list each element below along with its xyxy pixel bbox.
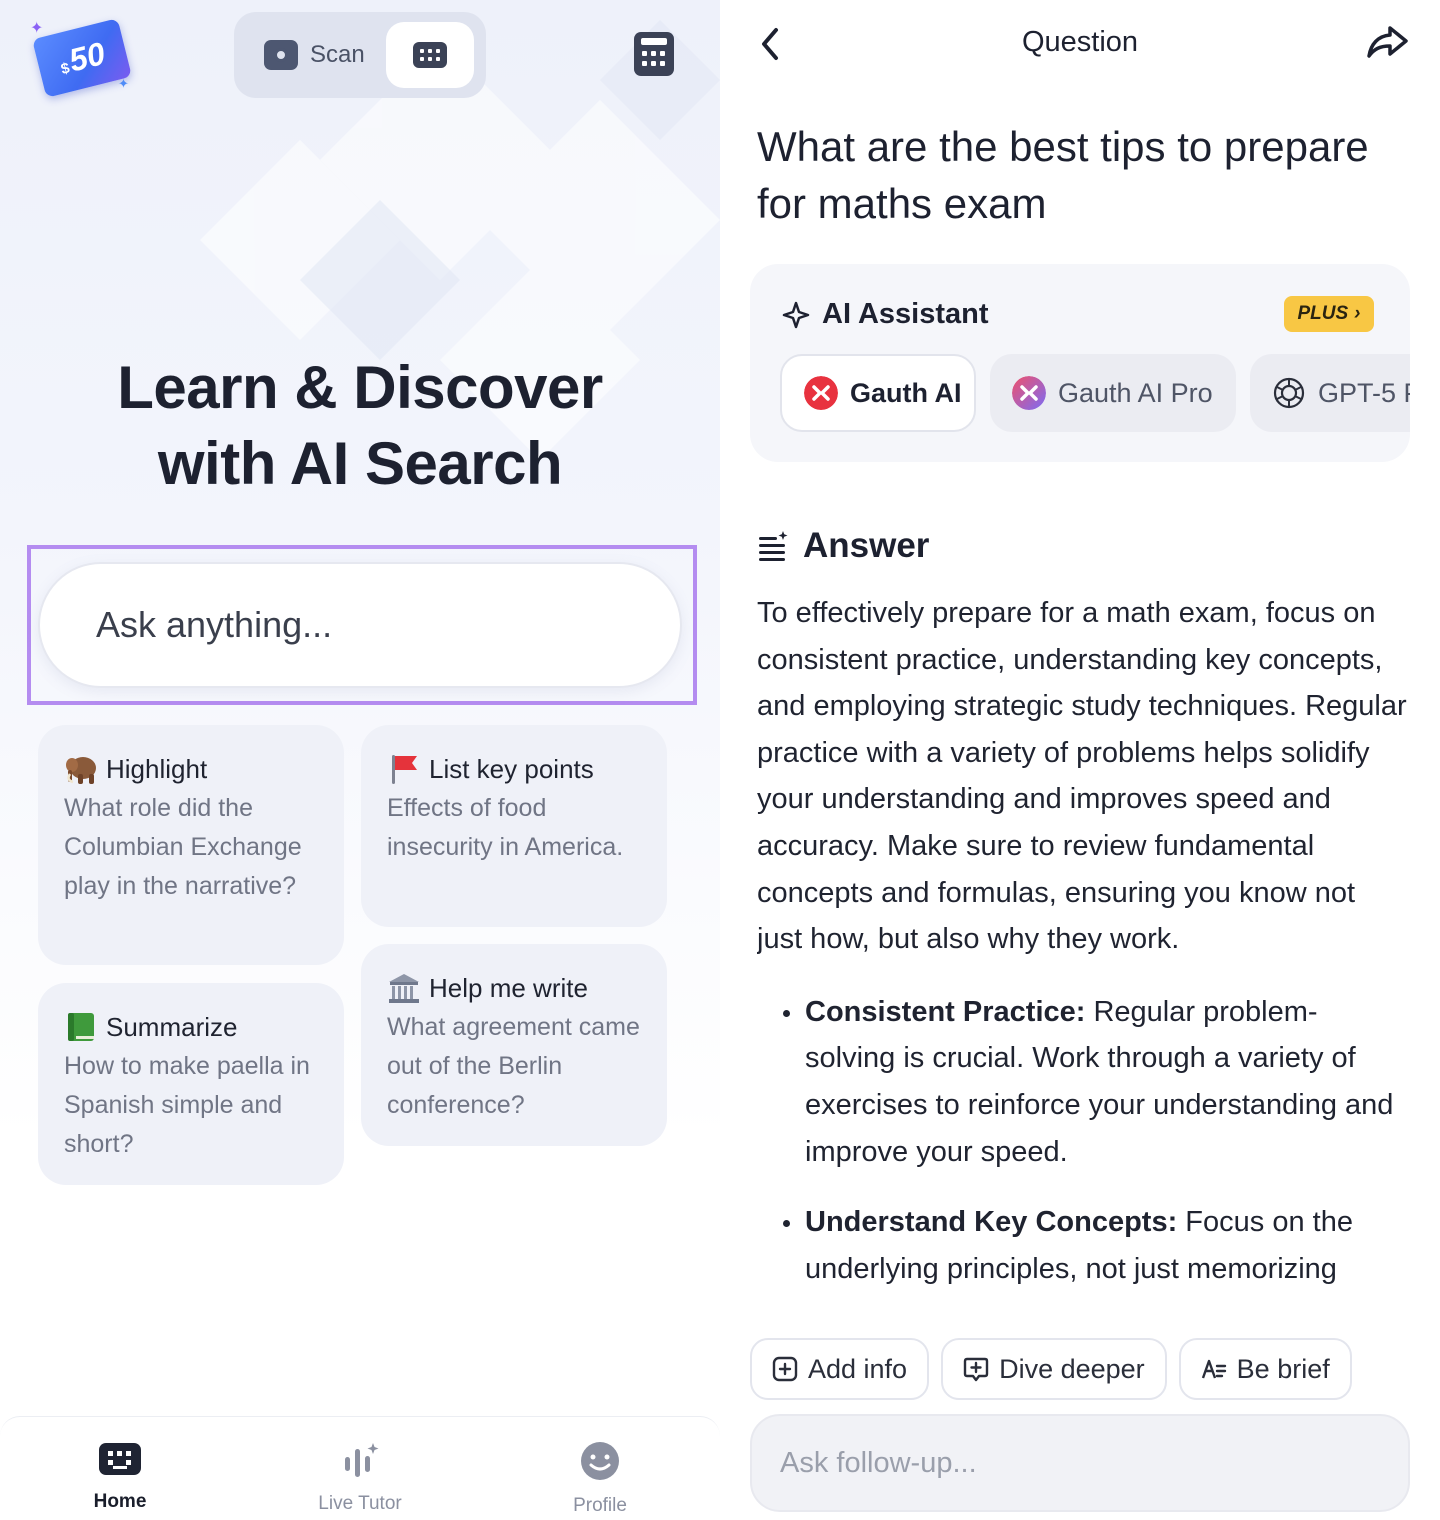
card-prompt: What role did the Columbian Exchange pla… (64, 794, 302, 900)
model-name: Gauth AI (850, 377, 962, 408)
mammoth-icon (66, 757, 96, 784)
card-title: Summarize (106, 1012, 238, 1042)
plus-badge-label: PLUS (1297, 303, 1349, 324)
home-screen: ✦ $ 50 ✦ Scan Learn & Discover with AI S… (0, 0, 720, 1520)
plus-bubble-icon (963, 1357, 989, 1382)
card-prompt: How to make paella in Spanish simple and… (64, 1052, 310, 1158)
input-mode-toggle: Scan (234, 12, 486, 98)
coupon-badge[interactable]: ✦ $ 50 ✦ (28, 14, 138, 98)
calculator-icon[interactable] (634, 32, 674, 76)
green-book-icon (68, 1013, 94, 1041)
sparkle-outline-icon (782, 301, 810, 328)
model-option-gauth-ai[interactable]: Gauth AI (780, 354, 976, 432)
add-info-button[interactable]: Add info (750, 1338, 930, 1400)
suggestion-card-highlight[interactable]: Highlight What role did the Columbian Ex… (38, 725, 344, 965)
coupon-amount: 50 (65, 34, 109, 79)
scan-button[interactable]: Scan (250, 22, 380, 88)
nav-label: Live Tutor (318, 1493, 402, 1514)
question-text: What are the best tips to prepare for ma… (757, 123, 1369, 227)
bottom-navigation: Home Live Tutor Profile (0, 1416, 720, 1520)
smiley-face-icon (581, 1442, 619, 1480)
question-header: Question (720, 0, 1440, 90)
model-option-gauth-ai-pro[interactable]: Gauth AI Pro (990, 354, 1236, 432)
nav-item-live-tutor[interactable]: Live Tutor (290, 1441, 430, 1515)
chip-label: Be brief (1236, 1353, 1330, 1384)
sparkle-icon: ✦ (118, 76, 129, 91)
answer-heading: Answer (757, 526, 929, 566)
chevron-right-icon: › (1354, 303, 1361, 324)
openai-logo-icon (1273, 377, 1305, 409)
answer-list-icon (759, 531, 788, 561)
chip-label: Add info (808, 1353, 908, 1384)
list-item: Understand Key Concepts: Focus on the un… (757, 1199, 1407, 1292)
keyboard-mode-button[interactable] (386, 22, 474, 88)
coupon-tag: $ 50 (32, 18, 132, 98)
quick-action-chips: Add info Dive deeper Be brief (750, 1338, 1352, 1400)
sparkle-icon: ✦ (30, 20, 44, 37)
hero-title: Learn & Discover with AI Search (0, 350, 720, 502)
red-flag-icon (392, 755, 417, 784)
camera-icon (264, 40, 298, 70)
nav-label: Home (93, 1491, 147, 1512)
suggestion-card-help-me-write[interactable]: Help me write What agreement came out of… (361, 944, 667, 1146)
ai-assistant-panel: AI Assistant PLUS › Gauth AI Gauth AI Pr… (750, 264, 1410, 462)
keyboard-icon (99, 1443, 141, 1475)
answer-bullet-list: Consistent Practice: Regular problem-sol… (757, 989, 1407, 1293)
card-prompt: Effects of food insecurity in America. (387, 794, 624, 861)
hero-title-line-2: with AI Search (157, 430, 563, 497)
text-shorten-icon (1201, 1359, 1226, 1379)
bullet-title: Understand Key Concepts: (805, 1206, 1178, 1239)
chip-label: Dive deeper (999, 1353, 1145, 1384)
answer-heading-label: Answer (803, 526, 930, 565)
bullet-title: Consistent Practice: (805, 995, 1086, 1028)
nav-item-home[interactable]: Home (50, 1441, 190, 1513)
nav-label: Profile (573, 1495, 627, 1516)
dive-deeper-button[interactable]: Dive deeper (941, 1338, 1167, 1400)
card-prompt: What agreement came out of the Berlin co… (387, 1013, 640, 1119)
classical-building-icon (389, 974, 419, 1003)
audio-sparkle-icon (345, 1443, 379, 1477)
page-title: Question (1021, 26, 1139, 58)
gauth-pro-logo-icon (1012, 376, 1046, 410)
card-title: Highlight (106, 754, 208, 784)
card-title: Help me write (429, 973, 588, 1003)
model-name: GPT-5 P (1318, 377, 1410, 408)
model-name: Gauth AI Pro (1058, 377, 1213, 408)
search-placeholder: Ask anything... (96, 604, 333, 645)
follow-up-placeholder: Ask follow-up... (780, 1446, 977, 1479)
follow-up-input[interactable]: Ask follow-up... (750, 1414, 1410, 1512)
share-icon[interactable] (1366, 22, 1410, 62)
search-input[interactable]: Ask anything... (38, 562, 682, 688)
plus-upgrade-badge[interactable]: PLUS › (1284, 296, 1374, 332)
hero-title-line-1: Learn & Discover (117, 354, 603, 421)
question-screen: Question What are the best tips to prepa… (720, 0, 1440, 1520)
card-title: List key points (429, 754, 594, 784)
be-brief-button[interactable]: Be brief (1178, 1338, 1352, 1400)
list-item: Consistent Practice: Regular problem-sol… (757, 989, 1407, 1175)
keyboard-icon (413, 42, 447, 68)
ai-assistant-label: AI Assistant (822, 298, 989, 330)
model-option-gpt-5[interactable]: GPT-5 P (1250, 354, 1410, 432)
gauth-logo-icon (804, 376, 838, 410)
answer-content: To effectively prepare for a math exam, … (757, 590, 1407, 1320)
suggestion-card-summarize[interactable]: Summarize How to make paella in Spanish … (38, 983, 344, 1185)
plus-square-icon (772, 1356, 798, 1382)
suggestion-card-list-key-points[interactable]: List key points Effects of food insecuri… (361, 725, 667, 927)
answer-intro: To effectively prepare for a math exam, … (757, 597, 1407, 956)
nav-item-profile[interactable]: Profile (530, 1441, 670, 1517)
scan-label: Scan (310, 41, 365, 68)
